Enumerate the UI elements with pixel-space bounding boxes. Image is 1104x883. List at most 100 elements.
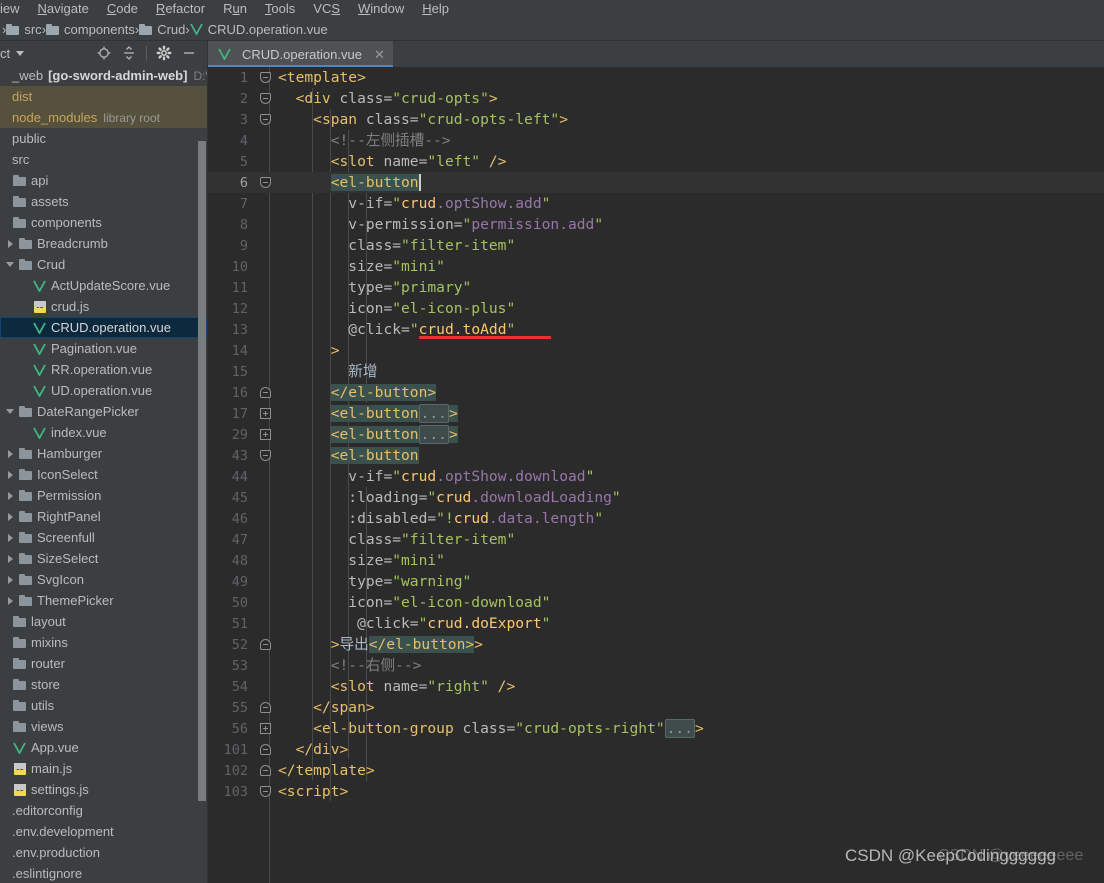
code-line[interactable]: 103<script> <box>208 781 1104 802</box>
code-line[interactable]: 1<template> <box>208 67 1104 88</box>
fold-gutter[interactable] <box>256 571 278 592</box>
tree-item-dist[interactable]: dist <box>0 86 207 107</box>
breadcrumb-item-crud-operation-vue[interactable]: CRUD.operation.vue <box>190 22 328 37</box>
fold-expand-icon[interactable] <box>260 408 271 419</box>
menu-item-iew[interactable]: iew <box>0 0 29 18</box>
tree-item-mixins[interactable]: mixins <box>0 632 207 653</box>
fold-gutter[interactable] <box>256 277 278 298</box>
tree-item-crud-js[interactable]: JScrud.js <box>0 296 207 317</box>
chevron-right-icon[interactable] <box>6 554 15 563</box>
fold-gutter[interactable] <box>256 613 278 634</box>
fold-gutter[interactable] <box>256 256 278 277</box>
fold-gutter[interactable] <box>256 424 278 445</box>
code-line[interactable]: 48 size="mini" <box>208 550 1104 571</box>
tree-item-sizeselect[interactable]: SizeSelect <box>0 548 207 569</box>
chevron-down-icon[interactable] <box>6 260 15 269</box>
menu-item-refactor[interactable]: Refactor <box>147 0 214 18</box>
code-line[interactable]: 46 :disabled="!crud.data.length" <box>208 508 1104 529</box>
code-line[interactable]: 14 > <box>208 340 1104 361</box>
code-line[interactable]: 52 >导出</el-button>> <box>208 634 1104 655</box>
fold-collapse-end-icon[interactable] <box>260 765 271 776</box>
code-line[interactable]: 50 icon="el-icon-download" <box>208 592 1104 613</box>
chevron-right-icon[interactable] <box>6 575 15 584</box>
tree-item-actupdatescore-vue[interactable]: ActUpdateScore.vue <box>0 275 207 296</box>
code-line[interactable]: 16 </el-button> <box>208 382 1104 403</box>
code-line[interactable]: 10 size="mini" <box>208 256 1104 277</box>
code-line[interactable]: 7 v-if="crud.optShow.add" <box>208 193 1104 214</box>
folded-code-placeholder[interactable]: ... <box>665 719 695 738</box>
tree-item-store[interactable]: store <box>0 674 207 695</box>
tree-item-layout[interactable]: layout <box>0 611 207 632</box>
fold-gutter[interactable] <box>256 109 278 130</box>
code-line[interactable]: 29 <el-button...> <box>208 424 1104 445</box>
code-line[interactable]: 45 :loading="crud.downloadLoading" <box>208 487 1104 508</box>
fold-collapse-icon[interactable] <box>260 114 271 125</box>
code-line[interactable]: 5 <slot name="left" /> <box>208 151 1104 172</box>
breadcrumb-item-src[interactable]: src <box>6 22 41 37</box>
tree-item-api[interactable]: api <box>0 170 207 191</box>
tree-item-public[interactable]: public <box>0 128 207 149</box>
code-line[interactable]: 15 新增 <box>208 361 1104 382</box>
code-line[interactable]: 6 <el-button <box>208 172 1104 193</box>
fold-gutter[interactable] <box>256 760 278 781</box>
tree-item-hamburger[interactable]: Hamburger <box>0 443 207 464</box>
folded-code-placeholder[interactable]: ... <box>419 404 449 423</box>
code-line[interactable]: 44 v-if="crud.optShow.download" <box>208 466 1104 487</box>
menu-item-window[interactable]: Window <box>349 0 413 18</box>
fold-gutter[interactable] <box>256 445 278 466</box>
fold-gutter[interactable] <box>256 550 278 571</box>
tree-item-pagination-vue[interactable]: Pagination.vue <box>0 338 207 359</box>
tree-item-daterangepicker[interactable]: DateRangePicker <box>0 401 207 422</box>
collapse-all-icon[interactable] <box>121 45 137 61</box>
tree-item-settings-js[interactable]: JSsettings.js <box>0 779 207 800</box>
tree-item-app-vue[interactable]: App.vue <box>0 737 207 758</box>
code-line[interactable]: 3 <span class="crud-opts-left"> <box>208 109 1104 130</box>
fold-collapse-icon[interactable] <box>260 177 271 188</box>
fold-gutter[interactable] <box>256 172 278 193</box>
code-editor[interactable]: 1<template>2 <div class="crud-opts">3 <s… <box>208 67 1104 883</box>
code-line[interactable]: 101 </div> <box>208 739 1104 760</box>
code-line[interactable]: 49 type="warning" <box>208 571 1104 592</box>
folded-code-placeholder[interactable]: ... <box>419 425 449 444</box>
fold-gutter[interactable] <box>256 655 278 676</box>
fold-gutter[interactable] <box>256 781 278 802</box>
fold-expand-icon[interactable] <box>260 723 271 734</box>
menu-item-run[interactable]: Run <box>214 0 256 18</box>
tree-item-utils[interactable]: utils <box>0 695 207 716</box>
code-line[interactable]: 11 type="primary" <box>208 277 1104 298</box>
tree-item-permission[interactable]: Permission <box>0 485 207 506</box>
code-line[interactable]: 47 class="filter-item" <box>208 529 1104 550</box>
code-line[interactable]: 102</template> <box>208 760 1104 781</box>
code-line[interactable]: 55 </span> <box>208 697 1104 718</box>
chevron-right-icon[interactable] <box>6 491 15 500</box>
fold-gutter[interactable] <box>256 298 278 319</box>
code-line[interactable]: 54 <slot name="right" /> <box>208 676 1104 697</box>
fold-expand-icon[interactable] <box>260 429 271 440</box>
breadcrumb-item-crud[interactable]: Crud <box>139 22 185 37</box>
chevron-right-icon[interactable] <box>6 533 15 542</box>
menu-item-help[interactable]: Help <box>413 0 458 18</box>
hide-minimize-icon[interactable] <box>181 45 197 61</box>
menu-item-tools[interactable]: Tools <box>256 0 304 18</box>
menu-item-navigate[interactable]: Navigate <box>29 0 98 18</box>
code-line[interactable]: 51 @click="crud.doExport" <box>208 613 1104 634</box>
code-line[interactable]: 9 class="filter-item" <box>208 235 1104 256</box>
fold-gutter[interactable] <box>256 529 278 550</box>
code-line[interactable]: 43 <el-button <box>208 445 1104 466</box>
chevron-right-icon[interactable] <box>6 239 15 248</box>
tree-item-iconselect[interactable]: IconSelect <box>0 464 207 485</box>
tree-item-views[interactable]: views <box>0 716 207 737</box>
fold-gutter[interactable] <box>256 508 278 529</box>
code-line[interactable]: 4 <!--左侧插槽--> <box>208 130 1104 151</box>
breadcrumb-item-components[interactable]: components <box>46 22 135 37</box>
fold-collapse-icon[interactable] <box>260 786 271 797</box>
code-line[interactable]: 13 @click="crud.toAdd" <box>208 319 1104 340</box>
code-line[interactable]: 17 <el-button...> <box>208 403 1104 424</box>
chevron-down-icon[interactable] <box>6 407 15 416</box>
fold-collapse-end-icon[interactable] <box>260 387 271 398</box>
tree-item-assets[interactable]: assets <box>0 191 207 212</box>
fold-gutter[interactable] <box>256 319 278 340</box>
fold-gutter[interactable] <box>256 235 278 256</box>
menu-item-code[interactable]: Code <box>98 0 147 18</box>
project-file-tree[interactable]: _web[go-sword-admin-web]D:\Prdistnode_mo… <box>0 65 207 883</box>
